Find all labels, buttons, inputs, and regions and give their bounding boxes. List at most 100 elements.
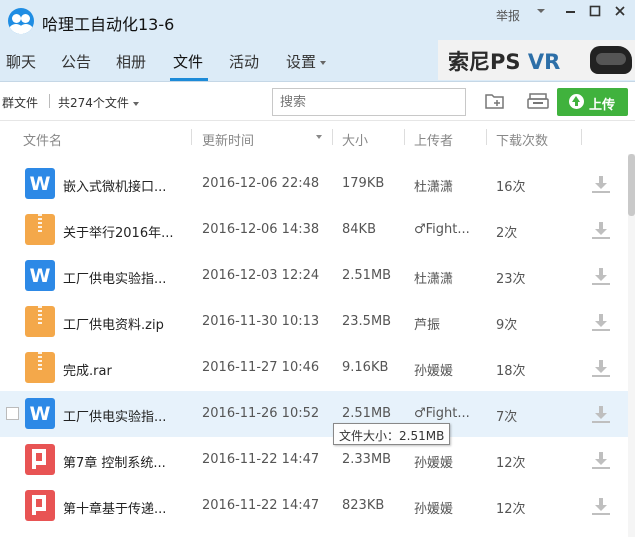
- file-name[interactable]: 关于举行2016年...: [63, 222, 173, 241]
- file-name[interactable]: 第十章基于传递...: [63, 498, 166, 517]
- download-icon[interactable]: [592, 176, 610, 193]
- file-row[interactable]: W 嵌入式微机接口... 2016-12-06 22:48 179KB 杜潇潇 …: [0, 161, 628, 207]
- file-size: 23.5MB: [342, 314, 392, 329]
- file-size: 2.33MB: [342, 452, 392, 467]
- file-download-count: 18次: [496, 364, 526, 379]
- download-icon[interactable]: [592, 360, 610, 377]
- tab-activities[interactable]: 活动: [229, 51, 259, 72]
- column-header-uploader[interactable]: 上传者: [414, 130, 453, 149]
- file-row[interactable]: W 工厂供电实验指... 2016-12-03 12:24 2.51MB 杜潇潇…: [0, 253, 628, 299]
- file-updated: 2016-11-22 14:47: [202, 452, 320, 467]
- file-updated: 2016-12-06 22:48: [202, 176, 320, 191]
- file-row[interactable]: 工厂供电资料.zip 2016-11-30 10:13 23.5MB 芦振 9次: [0, 299, 628, 345]
- file-uploader[interactable]: 芦振: [414, 314, 440, 333]
- word-file-icon: W: [25, 398, 55, 429]
- file-uploader[interactable]: 杜潇潇: [414, 176, 453, 195]
- file-size: 179KB: [342, 176, 385, 191]
- tab-settings-label: 设置: [286, 53, 317, 71]
- chevron-down-icon[interactable]: [533, 5, 549, 21]
- file-row[interactable]: 第7章 控制系统... 2016-11-22 14:47 2.33MB 孙媛媛 …: [0, 437, 628, 483]
- file-size: 2.51MB: [342, 268, 392, 283]
- file-count-label: 共274个文件: [58, 96, 129, 110]
- file-name[interactable]: 嵌入式微机接口...: [63, 176, 166, 195]
- caret-down-icon: [320, 60, 327, 65]
- file-row[interactable]: 关于举行2016年... 2016-12-06 14:38 84KB ♂Figh…: [0, 207, 628, 253]
- column-header-downloads[interactable]: 下载次数: [496, 130, 548, 149]
- new-folder-icon[interactable]: [484, 92, 506, 110]
- file-updated: 2016-11-26 10:52: [202, 406, 320, 421]
- column-divider: [332, 129, 333, 145]
- column-divider: [581, 129, 582, 145]
- word-file-icon: W: [25, 260, 55, 291]
- file-name[interactable]: 完成.rar: [63, 360, 112, 379]
- file-uploader[interactable]: ♂Fight...: [414, 222, 470, 237]
- file-size: 823KB: [342, 498, 385, 513]
- active-tab-indicator: [170, 78, 208, 81]
- tab-files[interactable]: 文件: [173, 51, 203, 72]
- file-uploader[interactable]: 孙媛媛: [414, 498, 453, 517]
- download-icon[interactable]: [592, 406, 610, 423]
- report-link[interactable]: 举报: [496, 7, 520, 24]
- file-download-count: 9次: [496, 318, 518, 333]
- minimize-icon[interactable]: [562, 5, 578, 21]
- file-count-dropdown[interactable]: 共274个文件: [58, 94, 139, 111]
- archive-file-icon: [25, 306, 55, 337]
- download-icon[interactable]: [592, 452, 610, 469]
- column-header-updated[interactable]: 更新时间: [202, 130, 254, 149]
- title-bar: 哈理工自动化13-6 举报: [0, 0, 635, 38]
- file-uploader[interactable]: 孙媛媛: [414, 452, 453, 471]
- file-row-hovered[interactable]: W 工厂供电实验指... 2016-11-26 10:52 2.51MB ♂Fi…: [0, 391, 628, 437]
- search-input[interactable]: [272, 88, 466, 116]
- file-updated: 2016-11-27 10:46: [202, 360, 320, 375]
- row-select-checkbox[interactable]: [6, 407, 19, 420]
- file-download-count: 7次: [496, 410, 518, 425]
- sort-desc-icon[interactable]: [316, 135, 322, 139]
- file-updated: 2016-12-03 12:24: [202, 268, 320, 283]
- file-updated: 2016-11-22 14:47: [202, 498, 320, 513]
- download-icon[interactable]: [592, 498, 610, 515]
- download-icon[interactable]: [592, 268, 610, 285]
- ad-text: 索尼PS VR: [448, 46, 560, 76]
- tab-settings[interactable]: 设置: [286, 51, 327, 72]
- group-files-label[interactable]: 群文件: [2, 94, 38, 111]
- close-icon[interactable]: [612, 5, 628, 21]
- download-icon[interactable]: [592, 314, 610, 331]
- maximize-icon[interactable]: [587, 5, 603, 21]
- window-title: 哈理工自动化13-6: [42, 15, 175, 34]
- ad-banner[interactable]: 索尼PS VR: [438, 40, 635, 80]
- toolbar-divider: [49, 94, 50, 108]
- column-header-size[interactable]: 大小: [342, 130, 368, 149]
- file-uploader[interactable]: 孙媛媛: [414, 360, 453, 379]
- file-manager-icon[interactable]: [527, 92, 549, 110]
- file-download-count: 12次: [496, 502, 526, 517]
- vr-headset-image: [590, 46, 632, 74]
- file-download-count: 2次: [496, 226, 518, 241]
- file-row[interactable]: 第十章基于传递... 2016-11-22 14:47 823KB 孙媛媛 12…: [0, 483, 628, 529]
- file-size: 84KB: [342, 222, 376, 237]
- column-header-name[interactable]: 文件名: [23, 130, 62, 149]
- file-name[interactable]: 工厂供电实验指...: [63, 406, 166, 425]
- file-name[interactable]: 工厂供电实验指...: [63, 268, 166, 287]
- scrollbar-thumb[interactable]: [628, 154, 635, 216]
- archive-file-icon: [25, 352, 55, 383]
- file-download-count: 23次: [496, 272, 526, 287]
- tab-album[interactable]: 相册: [116, 51, 146, 72]
- tab-announcements[interactable]: 公告: [61, 51, 91, 72]
- file-download-count: 12次: [496, 456, 526, 471]
- file-toolbar: 群文件 共274个文件: [0, 82, 635, 120]
- file-name[interactable]: 工厂供电资料.zip: [63, 314, 164, 333]
- table-header: 文件名 更新时间 大小 上传者 下载次数: [0, 120, 635, 154]
- file-row[interactable]: 完成.rar 2016-11-27 10:46 9.16KB 孙媛媛 18次: [0, 345, 628, 391]
- upload-button[interactable]: 上传: [557, 88, 628, 116]
- download-icon[interactable]: [592, 222, 610, 239]
- file-uploader[interactable]: ♂Fight...: [414, 406, 470, 421]
- file-uploader[interactable]: 杜潇潇: [414, 268, 453, 287]
- file-updated: 2016-11-30 10:13: [202, 314, 320, 329]
- scrollbar[interactable]: [628, 154, 635, 537]
- file-name[interactable]: 第7章 控制系统...: [63, 452, 166, 471]
- file-updated: 2016-12-06 14:38: [202, 222, 320, 237]
- file-size-tooltip: 文件大小：2.51MB: [333, 423, 451, 445]
- tab-chat[interactable]: 聊天: [6, 51, 36, 72]
- file-size: 9.16KB: [342, 360, 389, 375]
- archive-file-icon: [25, 214, 55, 245]
